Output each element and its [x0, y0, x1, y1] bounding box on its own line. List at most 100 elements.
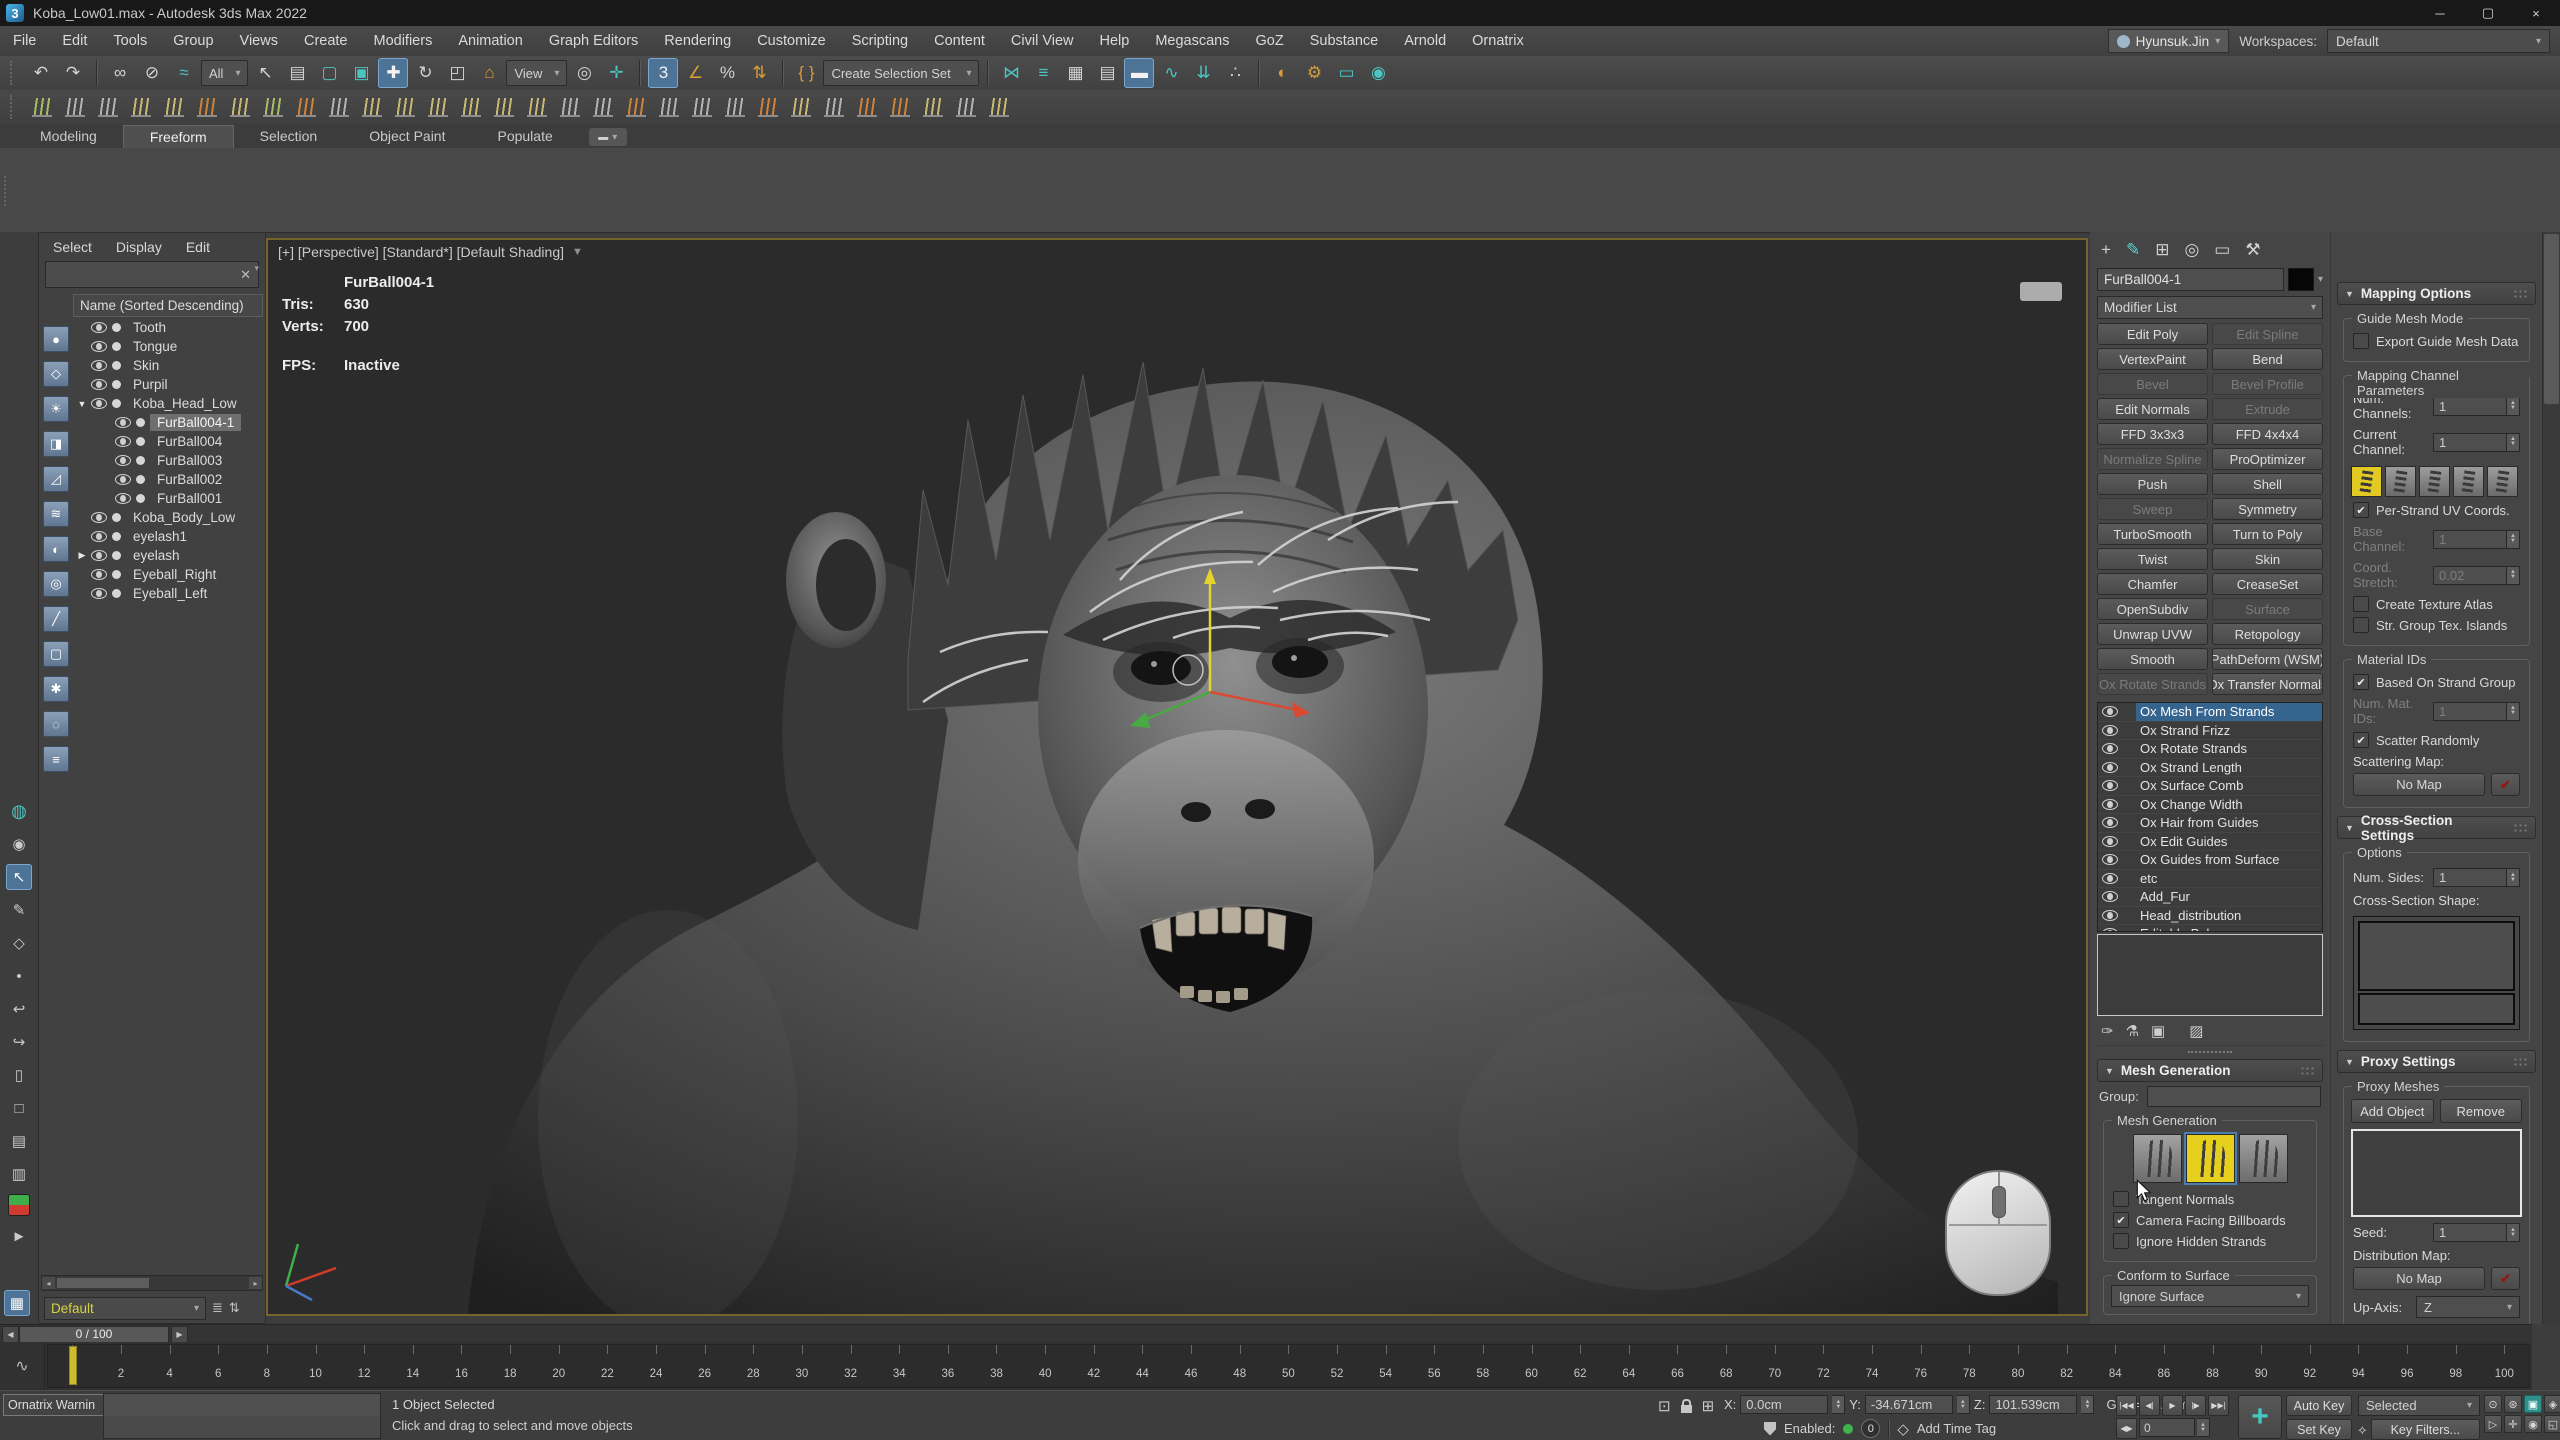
- scene-object-row[interactable]: FurBall004-1: [73, 413, 265, 432]
- frame-ruler[interactable]: 0246810121416182022242628303234363840424…: [47, 1344, 2530, 1388]
- frame-tick[interactable]: 58: [1459, 1345, 1508, 1387]
- display-filter-icon[interactable]: ╱: [43, 606, 69, 632]
- toolbar-icon[interactable]: { }: [791, 58, 821, 88]
- set-keys-button[interactable]: +: [2238, 1395, 2282, 1439]
- time-slider-handle[interactable]: 0 / 100: [19, 1326, 169, 1343]
- playback-button[interactable]: ▶: [2162, 1395, 2183, 1416]
- chevron-down-icon[interactable]: ▾: [254, 263, 259, 274]
- ornatrix-tool-icon[interactable]: [159, 92, 189, 122]
- explorer-dock-icon[interactable]: ▦: [4, 1290, 30, 1316]
- modifier-button[interactable]: Smooth: [2097, 648, 2208, 670]
- side-tool-icon[interactable]: ◇: [6, 930, 32, 956]
- frame-tick[interactable]: 76: [1896, 1345, 1945, 1387]
- modifier-button[interactable]: Bend: [2212, 348, 2323, 370]
- toolbar-icon[interactable]: ▬: [1124, 58, 1154, 88]
- render-toggle-icon[interactable]: [112, 589, 121, 598]
- mini-curve-editor-icon[interactable]: ∿: [0, 1342, 45, 1390]
- modifier-button[interactable]: Surface: [2212, 598, 2323, 620]
- toolbar-icon[interactable]: ↷: [58, 58, 88, 88]
- ribbon-tab[interactable]: Selection: [234, 125, 344, 148]
- spinner-arrows[interactable]: [2507, 868, 2520, 887]
- checkbox-row[interactable]: Str. Group Tex. Islands: [2353, 617, 2520, 633]
- modifier-visibility-icon[interactable]: [2102, 706, 2118, 717]
- toolbar-icon[interactable]: ∞: [105, 58, 135, 88]
- uv-mode-icon[interactable]: [2453, 466, 2484, 497]
- modifier-stack-row[interactable]: Head_distribution: [2098, 907, 2322, 926]
- side-tool-icon[interactable]: ↩: [6, 996, 32, 1022]
- explorer-menu-item[interactable]: Edit: [186, 239, 210, 255]
- x-coordinate-field[interactable]: 0.0cm: [1740, 1395, 1828, 1414]
- frame-tick[interactable]: 64: [1605, 1345, 1654, 1387]
- modifier-stack-row[interactable]: Ox Mesh From Strands: [2098, 703, 2322, 722]
- toolbar-icon[interactable]: ∿: [1156, 58, 1186, 88]
- toolbar-icon[interactable]: ◉: [1363, 58, 1393, 88]
- toolbar-icon[interactable]: ∴: [1220, 58, 1250, 88]
- modifier-button[interactable]: Bevel Profile: [2212, 373, 2323, 395]
- modifier-visibility-icon[interactable]: [2102, 928, 2118, 932]
- menu-item[interactable]: Ornatrix: [1459, 33, 1537, 49]
- frame-tick[interactable]: 10: [291, 1345, 340, 1387]
- frame-tick[interactable]: 98: [2431, 1345, 2480, 1387]
- explorer-sort-header[interactable]: Name (Sorted Descending): [73, 294, 263, 317]
- toolbar-icon[interactable]: ↶: [26, 58, 56, 88]
- double-chevron-icon[interactable]: ⇅: [229, 1300, 240, 1316]
- mesh-generation-mode-icon[interactable]: [2186, 1134, 2235, 1183]
- stack-tool-icon[interactable]: ▨: [2189, 1022, 2203, 1040]
- next-frame-arrow-icon[interactable]: ▶: [171, 1326, 188, 1343]
- viewport-nav-icon[interactable]: ⊙: [2484, 1395, 2502, 1413]
- rollout-cross-section[interactable]: ▼ Cross-Section Settings: [2337, 816, 2536, 839]
- render-toggle-icon[interactable]: [112, 399, 121, 408]
- modifier-visibility-icon[interactable]: [2102, 799, 2118, 810]
- reference-coordinate-select[interactable]: View▾: [506, 60, 567, 86]
- modifier-button[interactable]: Bevel: [2097, 373, 2208, 395]
- visibility-eye-icon[interactable]: [91, 341, 107, 352]
- render-toggle-icon[interactable]: [112, 323, 121, 332]
- side-tool-icon[interactable]: •: [6, 963, 32, 989]
- explorer-menu-item[interactable]: Display: [116, 239, 162, 255]
- menu-item[interactable]: File: [0, 33, 49, 49]
- side-tool-icon[interactable]: ▤: [6, 1128, 32, 1154]
- scroll-thumb[interactable]: [57, 1278, 149, 1288]
- mesh-generation-mode-icon[interactable]: [2239, 1134, 2288, 1183]
- toolbar-icon[interactable]: ▣: [346, 58, 376, 88]
- frame-tick[interactable]: 28: [729, 1345, 778, 1387]
- modifier-visibility-icon[interactable]: [2102, 891, 2118, 902]
- modifier-button[interactable]: Chamfer: [2097, 573, 2208, 595]
- modifier-button[interactable]: VertexPaint: [2097, 348, 2208, 370]
- viewcube-placeholder[interactable]: [2020, 282, 2062, 301]
- toolbar-icon[interactable]: ⇅: [744, 58, 774, 88]
- modifier-button[interactable]: Unwrap UVW: [2097, 623, 2208, 645]
- scroll-thumb[interactable]: [2544, 234, 2559, 404]
- time-slider[interactable]: ◀ 0 / 100 ▶: [0, 1324, 2532, 1343]
- playback-button[interactable]: ◀|: [2139, 1395, 2160, 1416]
- ornatrix-tool-icon[interactable]: [951, 92, 981, 122]
- modifier-visibility-icon[interactable]: [2102, 817, 2118, 828]
- frame-tick[interactable]: 12: [340, 1345, 389, 1387]
- frame-tick[interactable]: 56: [1410, 1345, 1459, 1387]
- filter-funnel-icon[interactable]: ▼: [572, 246, 583, 258]
- frame-tick[interactable]: 48: [1215, 1345, 1264, 1387]
- spinner-row[interactable]: Base Channel:1: [2353, 524, 2520, 554]
- spinner-row[interactable]: Num. Mat. IDs:1: [2353, 696, 2520, 726]
- modifier-stack-row[interactable]: etc: [2098, 870, 2322, 889]
- modifier-stack-row[interactable]: Ox Strand Length: [2098, 759, 2322, 778]
- render-toggle-icon[interactable]: [136, 418, 145, 427]
- menu-item[interactable]: Group: [160, 33, 226, 49]
- modifier-visibility-icon[interactable]: [2102, 725, 2118, 736]
- playback-button[interactable]: |▶: [2185, 1395, 2206, 1416]
- frame-tick[interactable]: 2: [97, 1345, 146, 1387]
- frame-tick[interactable]: 74: [1848, 1345, 1897, 1387]
- proxy-meshes-list[interactable]: [2351, 1129, 2522, 1217]
- frame-tick[interactable]: 8: [243, 1345, 292, 1387]
- spinner-row[interactable]: Num. Sides:1: [2353, 868, 2520, 887]
- modifier-button[interactable]: Ox Rotate Strands: [2097, 673, 2208, 695]
- previous-frame-arrow-icon[interactable]: ◀: [2, 1326, 19, 1343]
- menu-item[interactable]: GoZ: [1243, 33, 1297, 49]
- modifier-button[interactable]: CreaseSet: [2212, 573, 2323, 595]
- expand-arrow-icon[interactable]: ▶: [75, 550, 89, 561]
- frame-tick[interactable]: 92: [2285, 1345, 2334, 1387]
- frame-tick[interactable]: 26: [680, 1345, 729, 1387]
- scene-object-row[interactable]: FurBall003: [73, 451, 265, 470]
- modifier-visibility-icon[interactable]: [2102, 873, 2118, 884]
- modifier-button[interactable]: Ox Transfer Normals: [2212, 673, 2323, 695]
